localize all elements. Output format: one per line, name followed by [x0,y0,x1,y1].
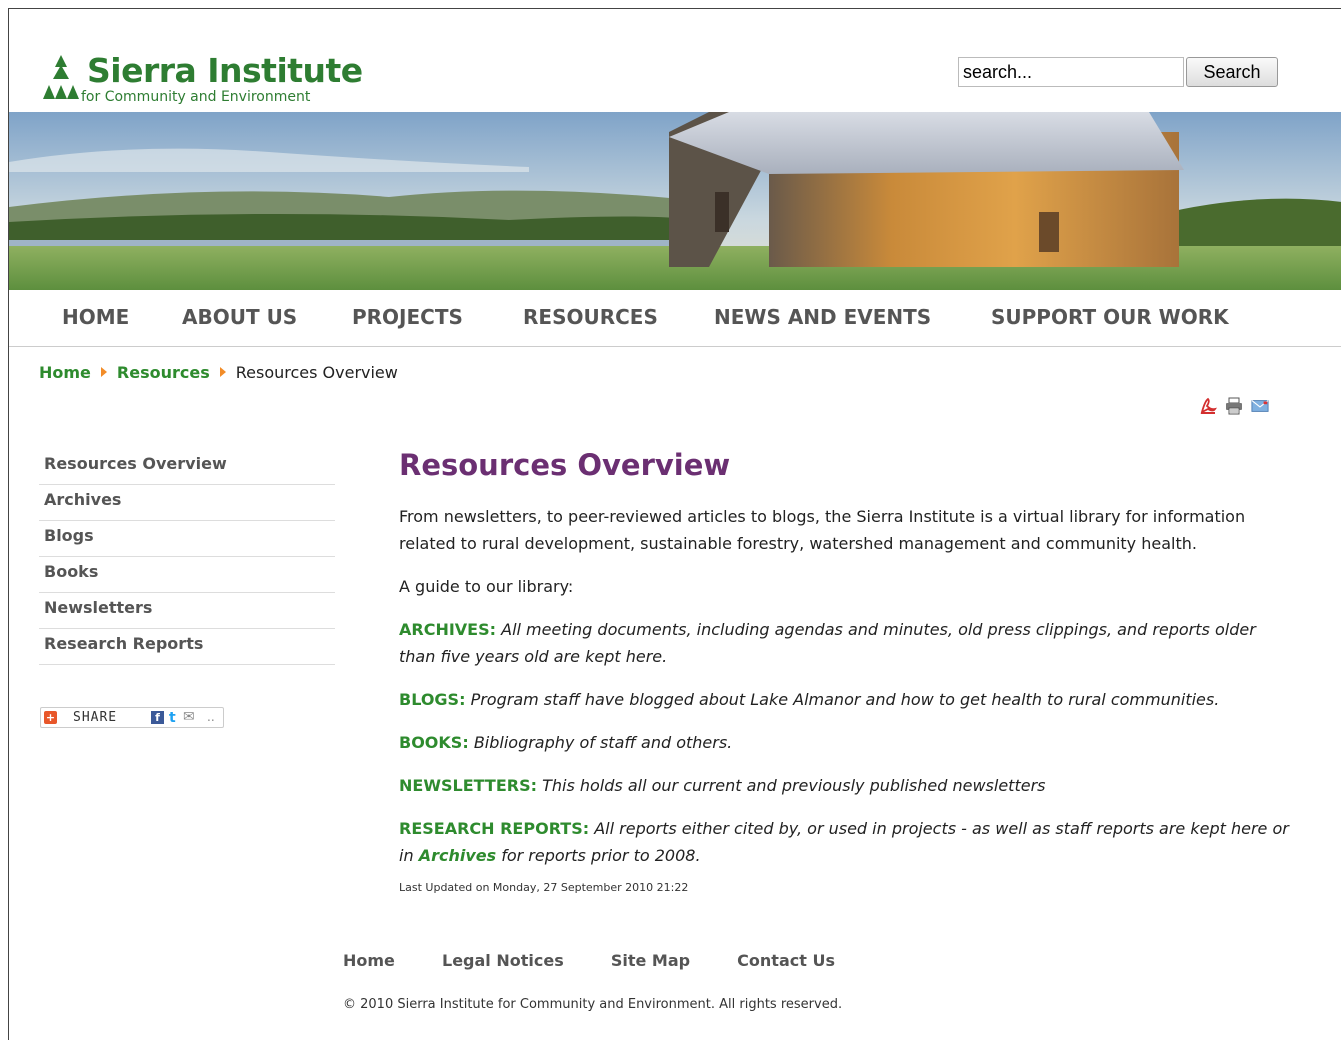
entry-text: This holds all our current and previousl… [542,776,1046,795]
twitter-icon: t [169,710,176,726]
share-plus-icon: + [44,711,57,724]
pdf-icon[interactable] [1199,397,1217,415]
more-icon: .. [207,710,215,724]
side-menu-blogs[interactable]: Blogs [39,521,335,557]
print-icon[interactable] [1225,397,1243,415]
email-icon[interactable] [1251,397,1269,415]
page-title: Resources Overview [399,448,731,482]
last-updated: Last Updated on Monday, 27 September 201… [399,881,689,894]
nav-projects[interactable]: PROJECTS [352,305,463,329]
guide-text: A guide to our library: [399,577,574,596]
footer-link-legal-notices[interactable]: Legal Notices [442,951,564,970]
envelope-icon: ✉ [183,709,195,725]
nav-home[interactable]: HOME [62,305,129,329]
breadcrumb-arrow-icon [100,367,107,377]
entry-books: BOOKS: Bibliography of staff and others. [399,729,1289,756]
footer-link-contact-us[interactable]: Contact Us [737,951,835,970]
search-button[interactable]: Search [1186,57,1278,87]
entry-text-after: for reports prior to 2008. [501,846,701,865]
nav-support-our-work[interactable]: SUPPORT OUR WORK [991,305,1229,329]
archives-link[interactable]: Archives [419,846,496,865]
intro-paragraph: From newsletters, to peer-reviewed artic… [399,507,1246,553]
side-menu: Resources Overview Archives Blogs Books … [39,449,335,665]
entry-archives: ARCHIVES: All meeting documents, includi… [399,616,1289,670]
header-banner-image [9,112,1341,290]
entry-label: ARCHIVES: [399,620,497,639]
entry-label: RESEARCH REPORTS: [399,819,590,838]
share-button[interactable]: + SHARE f t ✉ .. [40,707,224,728]
side-menu-research-reports[interactable]: Research Reports [39,629,335,665]
side-menu-newsletters[interactable]: Newsletters [39,593,335,629]
entry-label: BOOKS: [399,733,469,752]
breadcrumb-arrow-icon [219,367,226,377]
entry-text: Bibliography of staff and others. [473,733,733,752]
breadcrumb-current: Resources Overview [235,363,398,382]
nav-news-and-events[interactable]: NEWS AND EVENTS [714,305,931,329]
main-nav: HOME ABOUT US PROJECTS RESOURCES NEWS AN… [9,290,1341,347]
footer-link-home[interactable]: Home [343,951,395,970]
breadcrumb-home[interactable]: Home [39,363,91,382]
search-input[interactable] [958,57,1184,87]
entry-text: All meeting documents, including agendas… [399,620,1256,666]
main-content: Resources Overview From newsletters, to … [399,445,1289,894]
footer-link-site-map[interactable]: Site Map [611,951,690,970]
side-menu-books[interactable]: Books [39,557,335,593]
copyright: © 2010 Sierra Institute for Community an… [343,997,843,1012]
entry-newsletters: NEWSLETTERS: This holds all our current … [399,772,1289,799]
logo-tagline: for Community and Environment [81,89,311,105]
facebook-icon: f [151,711,164,724]
page-frame: Sierra Institute for Community and Envir… [8,8,1341,1040]
entry-label: NEWSLETTERS: [399,776,537,795]
entry-research-reports: RESEARCH REPORTS: All reports either cit… [399,815,1289,869]
breadcrumb-resources[interactable]: Resources [117,363,210,382]
entry-label: BLOGS: [399,690,466,709]
nav-about-us[interactable]: ABOUT US [182,305,297,329]
site-logo[interactable]: Sierra Institute for Community and Envir… [41,51,363,111]
share-label: SHARE [73,710,118,725]
side-menu-archives[interactable]: Archives [39,485,335,521]
tree-logo-icon [43,55,79,99]
breadcrumb: Home Resources Resources Overview [39,363,398,382]
entry-text: Program staff have blogged about Lake Al… [470,690,1220,709]
footer-nav: Home Legal Notices Site Map Contact Us [343,951,877,970]
nav-resources[interactable]: RESOURCES [523,305,658,329]
side-menu-resources-overview[interactable]: Resources Overview [39,449,335,485]
logo-name: Sierra Institute [87,51,363,90]
entry-blogs: BLOGS: Program staff have blogged about … [399,686,1289,713]
